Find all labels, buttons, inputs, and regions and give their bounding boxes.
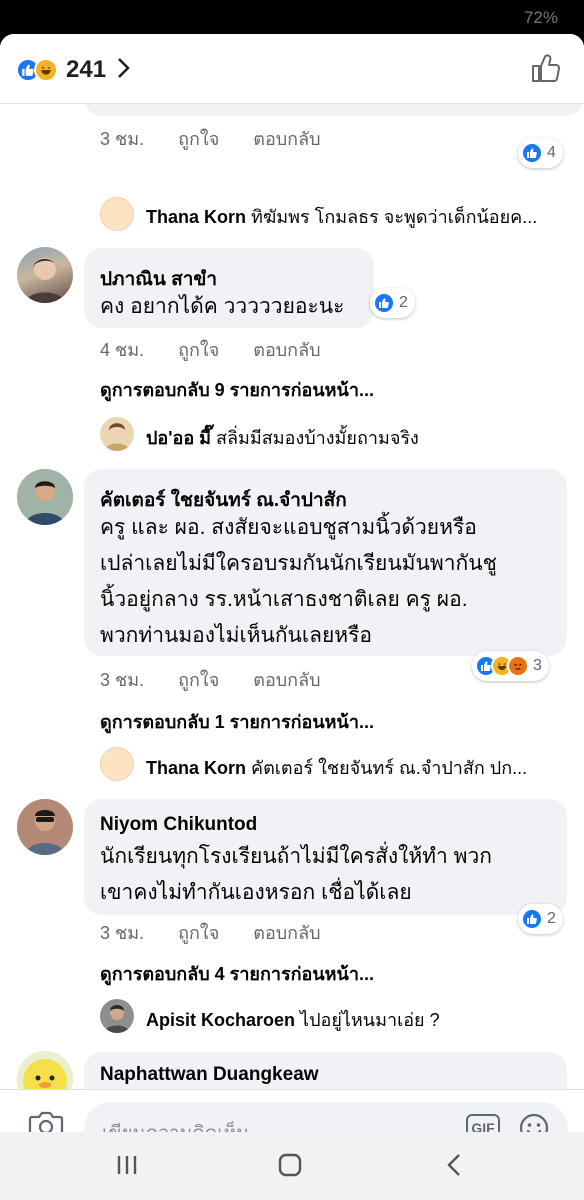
reaction-summary[interactable]: 241	[16, 56, 130, 84]
comment-placeholder: เขียนความคิดเห็น...	[102, 1118, 265, 1132]
comment-input[interactable]: เขียนความคิดเห็น... GIF	[84, 1102, 568, 1132]
camera-icon[interactable]	[28, 1109, 64, 1132]
emoji-icon[interactable]	[518, 1112, 550, 1132]
gif-button[interactable]: GIF	[466, 1114, 500, 1132]
comment-text-line: พวกท่านมองไม่เห็นกันเลยหรือ	[100, 624, 372, 647]
avatar[interactable]	[100, 417, 134, 451]
comments-sheet: 241 3 ชม. ถูกใจ ตอบกลับ 4 Thana Korn ทิฆ…	[0, 34, 584, 1132]
comment-text: คง อยากได้ค วววววยอะนะ	[100, 295, 345, 318]
reaction-count: 241	[66, 56, 107, 83]
reply-preview[interactable]: Apisit Kocharoen ไปอยู่ไหนมาเอ่ย ?	[146, 1005, 566, 1034]
like-reaction-icon	[373, 292, 395, 314]
back-icon[interactable]	[444, 1152, 464, 1183]
reaction-count: 2	[399, 294, 408, 311]
comment-actions: 4 ชม. ถูกใจ ตอบกลับ	[100, 335, 355, 364]
view-previous-replies[interactable]: ดูการตอบกลับ 4 รายการก่อนหน้า...	[100, 959, 374, 988]
reply-text: สลิ่มมีสมองบ้างมั้ยถามจริง	[216, 428, 419, 448]
like-link[interactable]: ถูกใจ	[178, 918, 219, 947]
reaction-pill[interactable]: 2	[370, 288, 415, 318]
reaction-count: 2	[547, 910, 556, 927]
reply-preview[interactable]: Thana Korn ทิฆัมพร โกมลธร จะพูดว่าเด็กน้…	[146, 202, 566, 231]
comment-composer: เขียนความคิดเห็น... GIF	[0, 1089, 584, 1132]
like-link[interactable]: ถูกใจ	[178, 665, 219, 694]
comment-actions: 3 ชม. ถูกใจ ตอบกลับ	[100, 124, 355, 153]
reply-text: ทิฆัมพร โกมลธร จะพูดว่าเด็กน้อยค...	[251, 207, 538, 227]
chevron-right-icon[interactable]	[116, 57, 130, 84]
comment-author[interactable]: Niyom Chikuntod	[100, 814, 257, 836]
comment-text-line: ครู และ ผอ. สงสัยจะแอบชูสามนิ้วด้วยหรือ	[100, 516, 477, 539]
comment-text-line: เขาคงไม่ทำกันเองหรอก เชื่อได้เลย	[100, 881, 412, 904]
reply-link[interactable]: ตอบกลับ	[253, 335, 320, 364]
system-nav-bar	[0, 1132, 584, 1200]
comment-time: 3 ชม.	[100, 129, 145, 149]
comment-feed[interactable]: 3 ชม. ถูกใจ ตอบกลับ 4 Thana Korn ทิฆัมพร…	[0, 104, 584, 1089]
reply-preview[interactable]: ปอ'ออ มี๊ สลิ่มมีสมองบ้างมั้ยถามจริง	[146, 423, 566, 452]
comment-time: 3 ชม.	[100, 670, 145, 690]
reply-link[interactable]: ตอบกลับ	[253, 124, 320, 153]
avatar[interactable]	[17, 469, 73, 525]
reply-author: ปอ'ออ มี๊	[146, 428, 212, 448]
avatar[interactable]	[100, 197, 134, 231]
avatar[interactable]	[17, 247, 73, 303]
status-bar: 72%	[0, 0, 584, 34]
comment-actions: 3 ชม. ถูกใจ ตอบกลับ	[100, 665, 355, 694]
reply-author: Thana Korn	[146, 758, 247, 778]
recent-apps-icon[interactable]	[114, 1152, 140, 1183]
comment-author[interactable]: Naphattwan Duangkeaw	[100, 1064, 319, 1086]
comment-time: 3 ชม.	[100, 923, 145, 943]
reply-link[interactable]: ตอบกลับ	[253, 918, 320, 947]
avatar[interactable]	[17, 1051, 73, 1089]
view-previous-replies[interactable]: ดูการตอบกลับ 9 รายการก่อนหน้า...	[100, 375, 374, 404]
reaction-pill[interactable]: 4	[518, 138, 563, 168]
angry-reaction-icon	[507, 655, 529, 677]
reply-text: ไปอยู่ไหนมาเอ่ย ?	[300, 1010, 440, 1030]
reply-author: Thana Korn	[146, 207, 247, 227]
reactions-header: 241	[0, 34, 584, 104]
like-reaction-icon	[521, 908, 543, 930]
comment-bubble	[84, 104, 584, 116]
like-reaction-icon	[521, 142, 543, 164]
comment-actions: 3 ชม. ถูกใจ ตอบกลับ	[100, 918, 355, 947]
reply-author: Apisit Kocharoen	[146, 1010, 296, 1030]
reaction-count: 3	[533, 657, 542, 674]
home-icon[interactable]	[277, 1152, 303, 1183]
avatar[interactable]	[17, 799, 73, 855]
like-link[interactable]: ถูกใจ	[178, 335, 219, 364]
like-outline-icon[interactable]	[530, 52, 562, 89]
haha-reaction-icon	[34, 58, 58, 82]
reaction-count: 4	[547, 144, 556, 161]
reaction-pill[interactable]: 2	[518, 904, 563, 934]
reply-text: คัตเตอร์ ใชยจันทร์ ณ.จำปาสัก ปก...	[251, 758, 528, 778]
avatar[interactable]	[100, 747, 134, 781]
battery-level: 72%	[523, 8, 558, 27]
comment-text-line: นิ้วอยู่กลาง รร.หน้าเสาธงชาติเลย ครู ผอ.	[100, 588, 468, 611]
reply-link[interactable]: ตอบกลับ	[253, 665, 320, 694]
comment-time: 4 ชม.	[100, 340, 145, 360]
reply-preview[interactable]: Thana Korn คัตเตอร์ ใชยจันทร์ ณ.จำปาสัก …	[146, 753, 566, 782]
comment-text-line: เปล่าเลยไม่มีใครอบรมกันนักเรียนมันพากันช…	[100, 552, 497, 575]
like-link[interactable]: ถูกใจ	[178, 124, 219, 153]
comment-text-line: นักเรียนทุกโรงเรียนถ้าไม่มีใครสั่งให้ทำ …	[100, 845, 492, 868]
view-previous-replies[interactable]: ดูการตอบกลับ 1 รายการก่อนหน้า...	[100, 707, 374, 736]
reaction-pill[interactable]: 3	[472, 651, 549, 681]
avatar[interactable]	[100, 999, 134, 1033]
